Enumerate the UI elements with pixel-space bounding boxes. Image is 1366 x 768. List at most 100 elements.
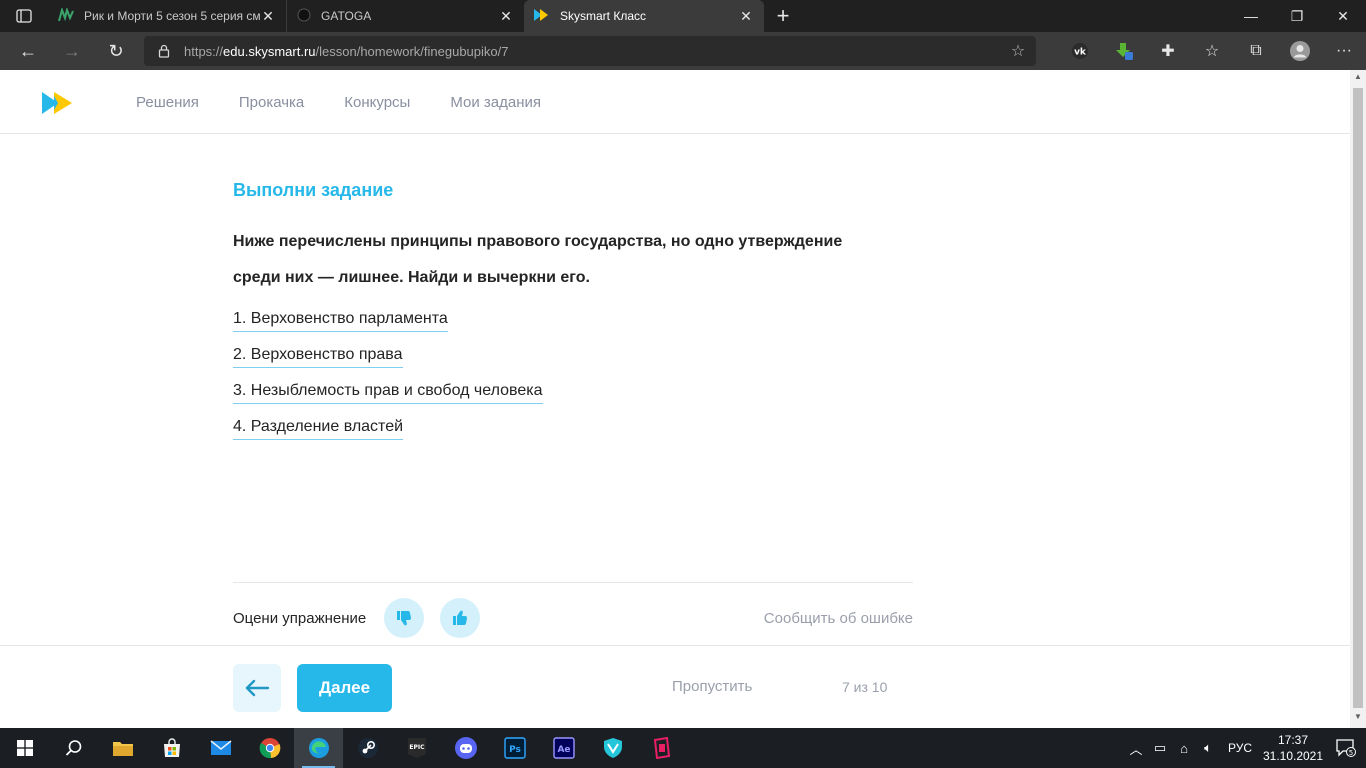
divider: [233, 582, 913, 583]
skysmart-favicon-icon: [534, 8, 550, 24]
answer-option[interactable]: 1. Верховенство парламента: [233, 309, 543, 345]
browser-tab-bar: Рик и Морти 5 сезон 5 серия смотреть ✕ G…: [0, 0, 1366, 32]
lock-icon[interactable]: [144, 44, 184, 58]
vk-extension-icon[interactable]: vk: [1058, 32, 1102, 70]
gatoga-favicon-icon: [297, 8, 311, 25]
site-header: Решения Прокачка Конкурсы Мои задания: [0, 70, 1350, 134]
tab-actions-icon[interactable]: [0, 0, 48, 32]
mail-icon[interactable]: [196, 728, 245, 768]
task-instruction: Ниже перечислены принципы правового госу…: [233, 224, 913, 296]
start-windows-icon[interactable]: [0, 728, 49, 768]
notifications-icon[interactable]: 5: [1326, 739, 1366, 757]
answer-options: 1. Верховенство парламента 2. Верховенст…: [233, 309, 543, 453]
dislike-button[interactable]: [384, 598, 425, 638]
network-icon[interactable]: ⌂: [1172, 741, 1196, 756]
clock-time: 17:37: [1277, 733, 1309, 747]
svg-text:EPIC: EPIC: [409, 744, 425, 751]
app-launcher-icon[interactable]: [637, 728, 686, 768]
skip-button[interactable]: Пропустить: [672, 678, 752, 695]
extension-icons: vk ✚ ☆ ⧉ ···: [1058, 32, 1366, 70]
clock[interactable]: 17:37 31.10.2021: [1260, 732, 1326, 764]
file-explorer-icon[interactable]: [98, 728, 147, 768]
photoshop-icon[interactable]: Ps: [490, 728, 539, 768]
microsoft-store-icon[interactable]: [147, 728, 196, 768]
notification-count: 5: [1349, 749, 1353, 757]
system-tray: ︿ ▭ ⌂ 🔈︎ РУС 17:37 31.10.2021 5: [1124, 728, 1366, 768]
nav-item-my-tasks[interactable]: Мои задания: [450, 94, 541, 111]
chevron-up-icon[interactable]: ︿: [1124, 739, 1148, 758]
web-page: Решения Прокачка Конкурсы Мои задания Вы…: [0, 70, 1350, 728]
edge-icon[interactable]: [294, 728, 343, 768]
rating-label: Оцени упражнение: [233, 609, 367, 627]
back-arrow-icon[interactable]: ←: [6, 32, 50, 70]
answer-option[interactable]: 2. Верховенство права: [233, 345, 543, 381]
language-indicator[interactable]: РУС: [1220, 741, 1260, 755]
clock-date: 31.10.2021: [1262, 749, 1324, 763]
steam-icon[interactable]: [343, 728, 392, 768]
favorites-icon[interactable]: ☆: [1190, 32, 1234, 70]
close-icon[interactable]: ✕: [738, 8, 754, 24]
nav-item-solutions[interactable]: Решения: [136, 94, 199, 111]
scroll-up-icon[interactable]: ▲: [1350, 72, 1366, 86]
vpn-shield-icon[interactable]: [588, 728, 637, 768]
answer-option[interactable]: 3. Незыблемость прав и свобод человека: [233, 381, 543, 417]
page-scrollbar[interactable]: ▲ ▼: [1350, 70, 1366, 728]
address-bar[interactable]: https://edu.skysmart.ru/lesson/homework/…: [144, 36, 1036, 66]
thumbs-up-icon: [453, 610, 468, 626]
report-error-link[interactable]: Сообщить об ошибке: [764, 610, 913, 627]
volume-icon[interactable]: 🔈︎: [1196, 740, 1220, 756]
profile-avatar-icon[interactable]: [1278, 32, 1322, 70]
window-controls: — ❐ ✕: [1228, 0, 1366, 32]
site-nav: Решения Прокачка Конкурсы Мои задания: [136, 70, 541, 134]
tab-title: GATOGA: [321, 9, 372, 23]
forward-arrow-icon[interactable]: →: [50, 32, 94, 70]
tab-title: Рик и Морти 5 сезон 5 серия смотреть: [84, 9, 260, 23]
tab-title: Skysmart Класс: [560, 9, 647, 23]
option-text[interactable]: 4. Разделение властей: [233, 417, 404, 440]
next-button[interactable]: Далее: [297, 664, 392, 712]
like-button[interactable]: [440, 598, 481, 638]
browser-tab-gatoga[interactable]: GATOGA ✕: [286, 0, 524, 32]
close-window-icon[interactable]: ✕: [1320, 0, 1366, 32]
answer-option[interactable]: 4. Разделение властей: [233, 417, 543, 453]
url-text: https://edu.skysmart.ru/lesson/homework/…: [184, 43, 509, 59]
option-text[interactable]: 2. Верховенство права: [233, 345, 403, 368]
more-menu-icon[interactable]: ···: [1322, 32, 1366, 70]
collections-icon[interactable]: ⧉: [1234, 32, 1278, 70]
minimize-icon[interactable]: —: [1228, 0, 1274, 32]
battery-icon[interactable]: ▭: [1148, 740, 1172, 756]
option-text[interactable]: 3. Незыблемость прав и свобод человека: [233, 381, 543, 404]
scroll-down-icon[interactable]: ▼: [1350, 712, 1366, 726]
svg-text:vk: vk: [1074, 48, 1087, 58]
instruction-line: Ниже перечислены принципы правового госу…: [233, 233, 843, 250]
restore-icon[interactable]: ❐: [1274, 0, 1320, 32]
refresh-icon[interactable]: ↻: [94, 32, 138, 70]
task-progress: 7 из 10: [842, 679, 888, 695]
option-text[interactable]: 1. Верховенство парламента: [233, 309, 448, 332]
windows-taskbar: EPIC Ps Ae ︿ ▭ ⌂ 🔈︎ РУС 17:37 31.10.2021…: [0, 728, 1366, 768]
skysmart-logo[interactable]: [40, 90, 76, 116]
scrollbar-thumb[interactable]: [1353, 88, 1363, 708]
instruction-line: среди них — лишнее. Найди и вычеркни его…: [233, 269, 590, 286]
thumbs-down-icon: [397, 610, 412, 626]
browser-tab-skysmart[interactable]: Skysmart Класс ✕: [524, 0, 764, 32]
svg-text:Ae: Ae: [557, 745, 570, 755]
rating-row: Оцени упражнение Сообщить об ошибке: [233, 596, 913, 640]
chrome-icon[interactable]: [245, 728, 294, 768]
task-title: Выполни задание: [233, 180, 394, 200]
nav-item-training[interactable]: Прокачка: [239, 94, 304, 111]
new-tab-button[interactable]: +: [764, 0, 802, 32]
add-favorite-icon[interactable]: ☆: [1000, 41, 1036, 61]
browser-tab-rick-and-morty[interactable]: Рик и Морти 5 сезон 5 серия смотреть ✕: [48, 0, 286, 32]
close-icon[interactable]: ✕: [498, 8, 514, 24]
search-icon[interactable]: [49, 728, 98, 768]
download-extension-icon[interactable]: [1102, 32, 1146, 70]
previous-button[interactable]: [233, 664, 281, 712]
extensions-puzzle-icon[interactable]: ✚: [1146, 32, 1190, 70]
nav-item-contests[interactable]: Конкурсы: [344, 94, 410, 111]
arrow-left-icon: [245, 679, 270, 697]
after-effects-icon[interactable]: Ae: [539, 728, 588, 768]
epic-games-icon[interactable]: EPIC: [392, 728, 441, 768]
close-icon[interactable]: ✕: [260, 8, 276, 24]
discord-icon[interactable]: [441, 728, 490, 768]
